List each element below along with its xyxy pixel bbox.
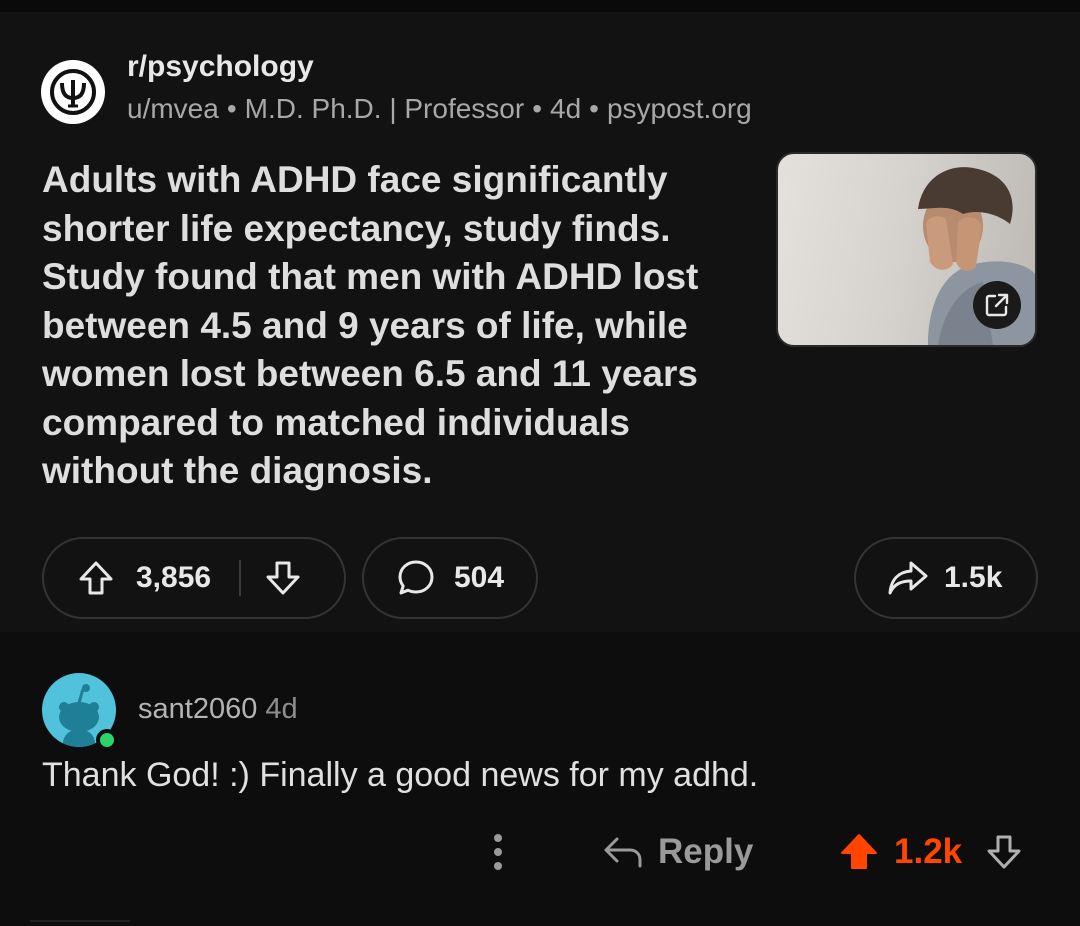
online-status-dot <box>96 729 118 751</box>
subreddit-name[interactable]: r/psychology <box>127 50 314 84</box>
upvote-count: 3,856 <box>136 561 212 594</box>
comment-age: 4d <box>265 693 298 725</box>
post-thumbnail[interactable] <box>776 152 1037 347</box>
external-link-button[interactable] <box>973 281 1021 329</box>
comment-header: sant2060 4d <box>138 693 298 726</box>
reply-arrow-icon <box>604 837 642 868</box>
meta-separator: • <box>226 93 237 124</box>
arrow-down-icon[interactable] <box>263 558 303 598</box>
subreddit-avatar[interactable] <box>41 60 105 124</box>
author-flair: M.D. Ph.D. | Professor <box>244 93 525 124</box>
bottom-divider <box>30 920 130 922</box>
post-age: 4d <box>550 93 582 124</box>
reply-label: Reply <box>658 832 754 871</box>
post-title[interactable]: Adults with ADHD face significantly shor… <box>42 156 742 496</box>
share-count: 1.5k <box>944 561 1003 594</box>
share-button[interactable]: 1.5k <box>854 537 1038 619</box>
arrow-up-icon[interactable] <box>838 831 880 873</box>
comment-score: 1.2k <box>894 832 963 871</box>
meta-separator: • <box>532 93 543 124</box>
post-vote-bar: 3,856 <box>42 537 346 619</box>
psi-symbol-icon <box>50 69 96 115</box>
comment-vote-bar: 1.2k <box>838 826 1024 878</box>
post-domain[interactable]: psypost.org <box>607 93 752 124</box>
post-author[interactable]: u/mvea <box>127 93 219 124</box>
arrow-down-icon[interactable] <box>984 832 1024 872</box>
arrow-up-icon[interactable] <box>76 558 116 598</box>
vote-divider <box>239 560 242 596</box>
post-meta: u/mvea • M.D. Ph.D. | Professor • 4d • psypost… <box>127 93 752 125</box>
more-options-button[interactable] <box>480 828 516 876</box>
share-arrow-icon <box>888 561 928 595</box>
external-link-icon <box>985 293 1009 317</box>
speech-bubble-icon <box>398 560 434 595</box>
comment-count: 504 <box>454 561 505 594</box>
comment-body: Thank God! :) Finally a good news for my… <box>42 756 759 794</box>
vertical-dots-icon <box>494 834 502 870</box>
status-divider <box>0 0 1080 12</box>
comment-username[interactable]: sant2060 <box>138 693 257 725</box>
meta-separator: • <box>589 93 599 124</box>
comments-button[interactable]: 504 <box>362 537 538 619</box>
reply-button[interactable]: Reply <box>602 828 753 876</box>
